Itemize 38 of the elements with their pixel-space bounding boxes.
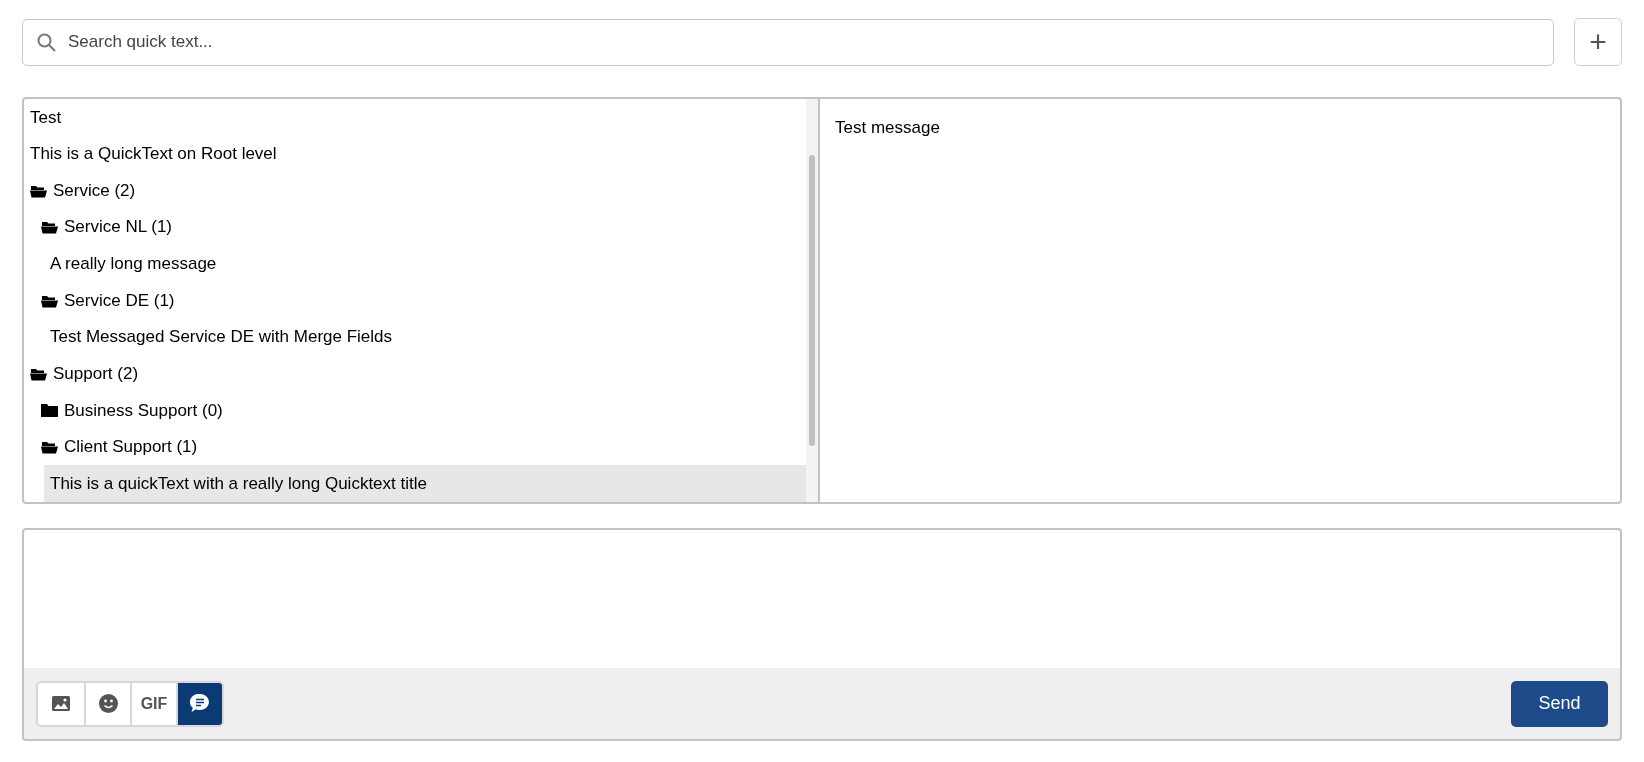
folder-icon — [41, 403, 58, 418]
open-folder-icon — [41, 440, 58, 455]
folder-label: Service NL (1) — [64, 216, 172, 239]
quick-text-item[interactable]: Test Messaged Service DE with Merge Fields — [24, 318, 806, 356]
quick-text-item[interactable]: A really long message — [24, 245, 806, 283]
folder-row[interactable]: Service NL (1) — [24, 208, 806, 246]
gif-button[interactable]: GIF — [130, 682, 176, 725]
search-icon — [37, 32, 56, 52]
folder-label: Service DE (1) — [64, 289, 175, 312]
preview-text: Test message — [835, 117, 941, 139]
chat-bubble-icon — [190, 694, 210, 713]
folder-row[interactable]: Support (2) — [24, 355, 806, 393]
quick-text-item[interactable]: This is a QuickText on Root level — [24, 135, 806, 173]
quick-text-item[interactable]: This is a quickText with a really long Quicktext title — [44, 465, 806, 502]
emoji-button[interactable] — [84, 682, 130, 725]
folder-row[interactable]: Business Support (0) — [24, 392, 806, 429]
folder-row[interactable]: Service (2) — [24, 172, 806, 209]
send-button[interactable]: Send — [1511, 680, 1608, 727]
folder-label: Service (2) — [53, 179, 136, 202]
folder-label: Business Support (0) — [64, 399, 223, 422]
scrollbar-track[interactable] — [806, 99, 818, 502]
quicktext-button[interactable] — [176, 682, 222, 725]
search-field[interactable]: Search quick text... — [22, 18, 1554, 66]
smiley-icon — [98, 694, 118, 713]
open-folder-icon — [30, 183, 47, 198]
add-button[interactable]: + — [1574, 18, 1622, 66]
open-folder-icon — [30, 366, 47, 381]
folder-label: Client Support (1) — [64, 436, 198, 459]
folder-label: Support (2) — [53, 363, 139, 386]
open-folder-icon — [41, 293, 58, 308]
message-input[interactable] — [22, 528, 1622, 668]
quick-text-item[interactable]: Test — [24, 99, 806, 136]
folder-row[interactable]: Client Support (1) — [24, 428, 806, 466]
folder-row[interactable]: Service DE (1) — [24, 282, 806, 319]
image-button[interactable] — [38, 682, 84, 725]
open-folder-icon — [41, 220, 58, 235]
scrollbar-thumb[interactable] — [809, 155, 815, 446]
image-icon — [52, 696, 70, 711]
